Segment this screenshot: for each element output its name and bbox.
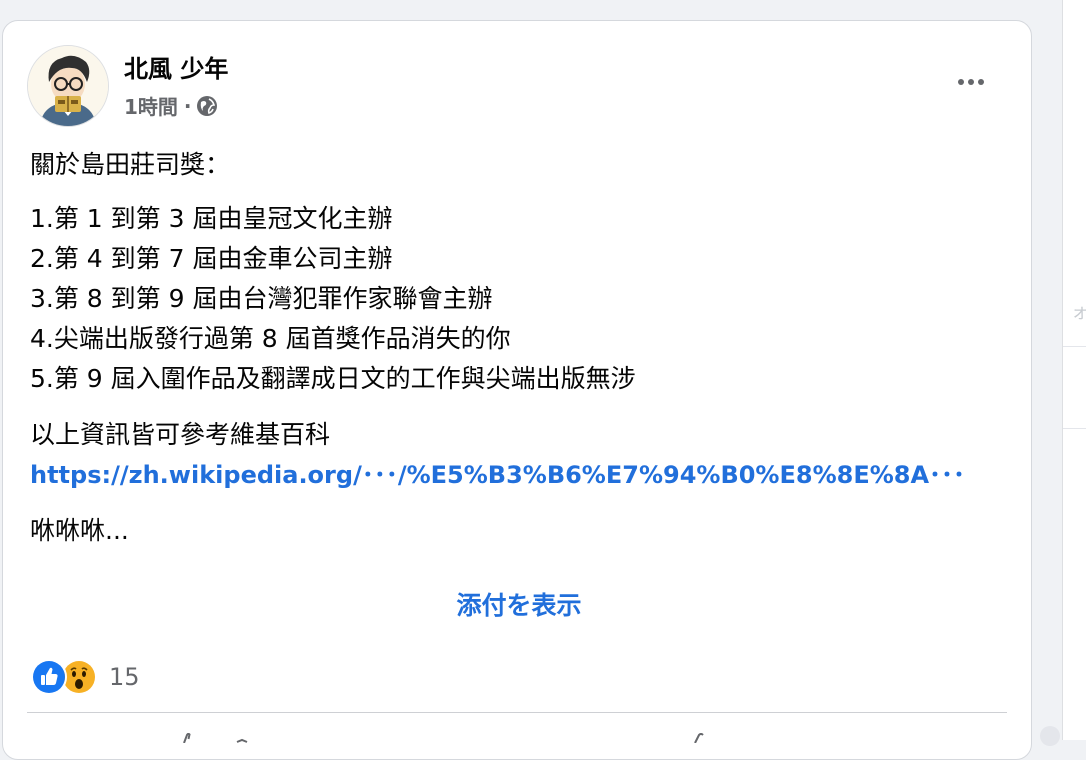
- show-attachment-button[interactable]: 添付を表示: [403, 581, 635, 627]
- author-name[interactable]: 北風 少年: [124, 49, 228, 84]
- scroll-handle[interactable]: [1040, 726, 1060, 746]
- action-bar-label-fragment: [236, 738, 248, 743]
- post-card: 北風 少年 1時間 · 關於島田莊司獎： 1.第 1 到第 3 屆由皇冠文化主辦…: [2, 20, 1032, 760]
- wikipedia-link[interactable]: https://zh.wikipedia.org/･･･/%E5%B3%B6%E…: [30, 455, 965, 490]
- post-outro: 咻咻咻...: [30, 516, 129, 545]
- reference-text: 以上資訊皆可參考維基百科: [30, 420, 331, 449]
- post-list: 1.第 1 到第 3 屆由皇冠文化主辦 2.第 4 到第 7 屆由金車公司主辦 …: [30, 199, 636, 399]
- right-side-panel: ォ: [1062, 0, 1086, 740]
- globe-icon: [196, 95, 218, 117]
- faded-text-fragment: ォ: [1071, 302, 1086, 323]
- action-bar-like-icon[interactable]: [179, 733, 199, 743]
- panel-divider: [1063, 428, 1086, 429]
- reaction-count: 15: [109, 663, 140, 691]
- list-item: 4.尖端出版發行過第 8 屆首獎作品消失的你: [30, 324, 511, 353]
- list-item: 2.第 4 到第 7 屆由金車公司主辦: [30, 244, 393, 273]
- author-avatar[interactable]: [27, 45, 109, 127]
- more-options-icon[interactable]: [949, 67, 993, 97]
- post-divider: [27, 712, 1007, 713]
- list-item: 3.第 8 到第 9 屆由台灣犯罪作家聯會主辦: [30, 284, 493, 313]
- list-item: 1.第 1 到第 3 屆由皇冠文化主辦: [30, 204, 393, 233]
- panel-divider: [1063, 346, 1086, 347]
- reactions-summary[interactable]: 15: [31, 659, 140, 695]
- post-meta: 1時間 ·: [124, 91, 218, 120]
- post-timestamp[interactable]: 1時間: [124, 91, 178, 120]
- action-bar-share-icon[interactable]: [691, 733, 711, 743]
- meta-separator: ·: [183, 93, 192, 118]
- list-item: 5.第 9 屆入圍作品及翻譯成日文的工作與尖端出版無涉: [30, 364, 636, 393]
- like-icon: [31, 659, 67, 695]
- post-intro: 關於島田莊司獎：: [30, 150, 231, 179]
